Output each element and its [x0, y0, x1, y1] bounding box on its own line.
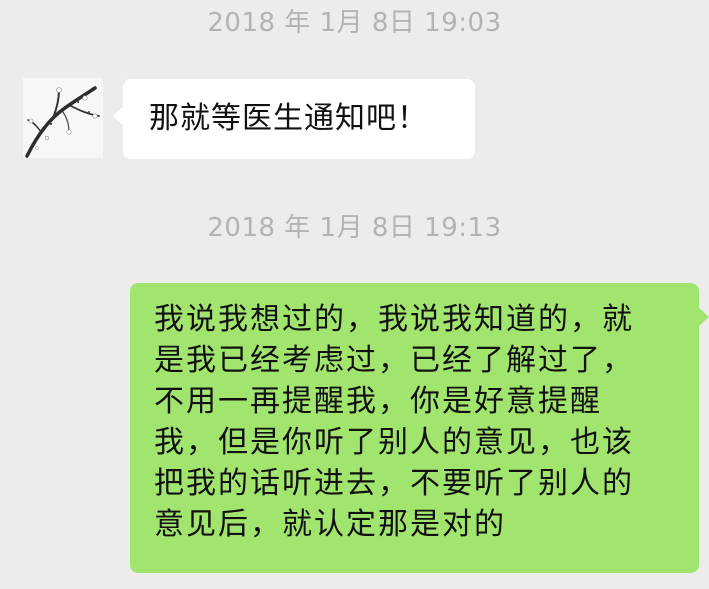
outgoing-message-line: 不用一再提醒我，你是好意提醒: [154, 384, 602, 419]
outgoing-message-line: 我，但是你听了别人的意见，也该: [154, 425, 634, 460]
incoming-message-bubble[interactable]: 那就等医生通知吧！: [113, 79, 475, 159]
outgoing-message-bubble[interactable]: 我说我想过的，我说我知道的，就 是我已经考虑过，已经了解过了， 不用一再提醒我，…: [130, 283, 709, 573]
plum-blossom-branch-icon: [23, 78, 103, 158]
timestamp: 2018 年 1月 8日 19:13: [207, 213, 502, 243]
contact-avatar[interactable]: [23, 78, 103, 158]
incoming-message-text: 那就等医生通知吧！: [149, 101, 428, 136]
outgoing-message-line: 是我已经考虑过，已经了解过了，: [154, 343, 634, 378]
timestamp: 2018 年 1月 8日 19:03: [207, 8, 502, 38]
outgoing-message-line: 我说我想过的，我说我知道的，就: [154, 302, 634, 337]
outgoing-message-line: 意见后，就认定那是对的: [154, 507, 506, 542]
outgoing-message-line: 把我的话听进去，不要听了别人的: [154, 466, 634, 501]
